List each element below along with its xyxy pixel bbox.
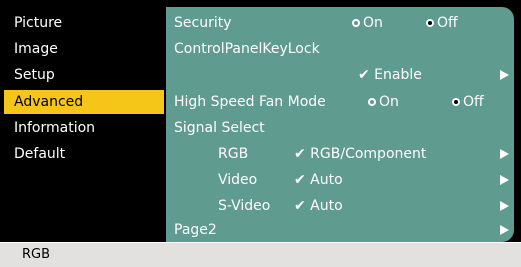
menu-box: Picture Image Setup Advanced Information… <box>4 7 514 242</box>
signal-video-row: Video ✔ Auto <box>166 168 514 192</box>
signal-rgb-arrow-icon[interactable] <box>500 149 509 159</box>
control-panel-key-lock-row: ControlPanelKeyLock <box>166 37 514 61</box>
signal-rgb-value[interactable]: ✔ RGB/Component <box>294 142 426 166</box>
signal-select-label: Signal Select <box>174 120 265 136</box>
security-label: Security <box>174 15 232 31</box>
enable-row: ✔ Enable <box>166 63 514 87</box>
security-off-radio[interactable]: Off <box>426 11 458 35</box>
signal-video-value[interactable]: ✔ Auto <box>294 168 343 192</box>
sidebar-item-default[interactable]: Default <box>4 142 164 166</box>
fan-mode-label: High Speed Fan Mode <box>174 94 326 110</box>
enable-checkbox[interactable]: ✔ Enable <box>358 63 422 87</box>
security-on-radio[interactable]: On <box>352 11 383 35</box>
sidebar-item-image[interactable]: Image <box>4 37 164 61</box>
security-on-label: On <box>363 15 383 31</box>
sidebar-item-information[interactable]: Information <box>4 116 164 140</box>
signal-rgb-label: RGB <box>218 146 249 162</box>
sidebar-item-picture[interactable]: Picture <box>4 11 164 35</box>
signal-svideo-arrow-icon[interactable] <box>500 201 509 211</box>
page2-label: Page2 <box>174 222 217 238</box>
signal-select-row: Signal Select <box>166 116 514 140</box>
sidebar-item-setup[interactable]: Setup <box>4 63 164 87</box>
page2-arrow-icon[interactable] <box>500 225 509 235</box>
control-panel-key-lock-label: ControlPanelKeyLock <box>174 41 320 57</box>
signal-video-arrow-icon[interactable] <box>500 175 509 185</box>
fan-off-radio[interactable]: Off <box>452 90 484 114</box>
fan-on-radio[interactable]: On <box>368 90 399 114</box>
fan-mode-row: High Speed Fan Mode On Off <box>166 90 514 114</box>
signal-svideo-value[interactable]: ✔ Auto <box>294 194 343 218</box>
radio-dot-icon <box>368 98 376 106</box>
status-bar: RGB <box>0 242 521 267</box>
fan-on-label: On <box>379 94 399 110</box>
page2-row[interactable]: Page2 <box>166 218 514 242</box>
osd-menu-screen: Picture Image Setup Advanced Information… <box>0 0 521 267</box>
signal-svideo-label: S-Video <box>218 198 271 214</box>
signal-rgb-row: RGB ✔ RGB/Component <box>166 142 514 166</box>
signal-video-label: Video <box>218 172 258 188</box>
enable-arrow-icon[interactable] <box>500 70 509 80</box>
sidebar-item-advanced[interactable]: Advanced <box>4 90 164 114</box>
status-source-label: RGB <box>22 247 51 262</box>
signal-svideo-row: S-Video ✔ Auto <box>166 194 514 218</box>
sidebar: Picture Image Setup Advanced Information… <box>4 7 166 242</box>
radio-selected-icon <box>426 19 434 27</box>
security-row: Security On Off <box>166 11 514 35</box>
settings-panel: Security On Off ControlPanelKeyLock ✔ En… <box>166 7 514 242</box>
radio-dot-icon <box>352 19 360 27</box>
fan-off-label: Off <box>463 94 484 110</box>
security-off-label: Off <box>437 15 458 31</box>
radio-selected-icon <box>452 98 460 106</box>
